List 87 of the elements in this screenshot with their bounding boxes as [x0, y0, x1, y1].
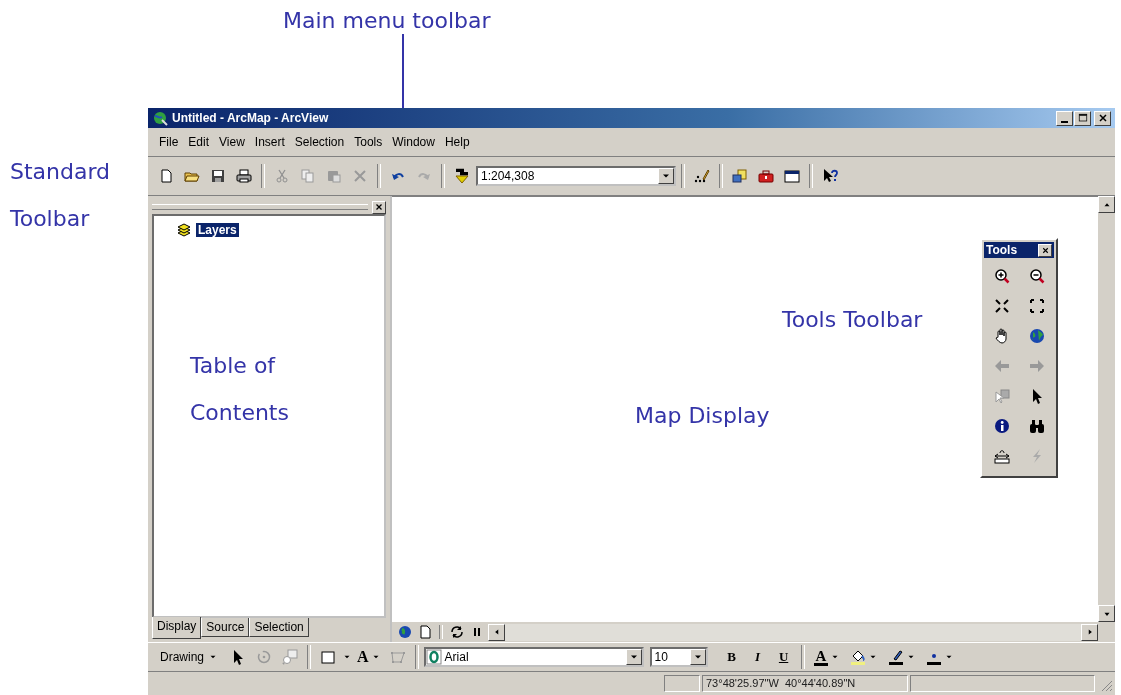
scroll-up-button[interactable]	[1098, 196, 1115, 213]
dropdown-button[interactable]	[625, 649, 642, 665]
help-pointer-icon	[822, 168, 838, 184]
text-style-button[interactable]: U	[771, 646, 796, 668]
new-document-icon	[158, 168, 174, 184]
annotation-label: Tools Toolbar	[782, 306, 923, 334]
rotate-icon	[256, 649, 272, 665]
measure-icon	[993, 448, 1010, 464]
edit-vertices-icon	[389, 649, 406, 665]
fill-bucket-icon	[850, 649, 867, 665]
globe-icon	[1028, 328, 1045, 344]
line-pencil-icon	[888, 649, 905, 665]
scissors-icon	[274, 168, 290, 184]
scroll-right-button[interactable]	[1081, 623, 1098, 641]
refresh-icon	[449, 624, 465, 640]
catalog-icon	[732, 168, 748, 184]
menu-item[interactable]: View	[214, 133, 250, 151]
printer-icon	[236, 168, 252, 184]
palette-title: Tools	[986, 243, 1018, 257]
maximize-icon	[1076, 112, 1089, 124]
close-button[interactable]	[372, 200, 386, 214]
font-icon	[425, 649, 442, 665]
tree-item[interactable]: Layers	[196, 223, 239, 237]
zoom-in-icon	[993, 268, 1010, 284]
font-size-field[interactable]: 10	[649, 647, 708, 667]
text-style-button[interactable]: I	[745, 646, 770, 668]
close-icon	[374, 202, 384, 212]
coordinates-text: 73°48'25.97"W 40°44'40.89"N	[702, 675, 908, 692]
layout-view-icon	[417, 624, 433, 640]
new-text-button[interactable]: A	[354, 646, 384, 668]
annotation-label: Main menu toolbar	[283, 8, 492, 34]
close-button[interactable]	[1038, 243, 1052, 257]
forward-arrow-icon	[1028, 358, 1045, 374]
status-panel	[664, 675, 700, 692]
annotation-label: Standard Toolbar	[10, 158, 112, 233]
data-view-icon	[397, 624, 413, 640]
scale-field[interactable]: 1:204,308	[476, 166, 676, 186]
dropdown-button[interactable]	[689, 649, 706, 665]
tab[interactable]: Source	[201, 618, 250, 637]
font-field[interactable]: Arial	[423, 647, 644, 667]
arrows-inward-icon	[993, 298, 1010, 314]
zoom-out-icon	[1028, 268, 1045, 284]
window-title: Untitled - ArcMap - ArcView	[172, 111, 330, 125]
scroll-left-button[interactable]	[488, 623, 505, 641]
maximize-button[interactable]	[1074, 110, 1091, 126]
horizontal-scrollbar[interactable]	[488, 623, 1098, 641]
pencil-icon	[694, 168, 710, 184]
window-icon	[784, 168, 800, 184]
font-color-button[interactable]: A	[809, 646, 845, 668]
menu-item[interactable]: Insert	[249, 133, 290, 151]
binoculars-icon	[1028, 418, 1045, 434]
close-icon	[1096, 112, 1109, 124]
vertical-scrollbar[interactable]	[1098, 196, 1115, 622]
toolbox-icon	[758, 168, 774, 184]
hand-icon	[993, 328, 1010, 344]
minimize-button[interactable]	[1056, 110, 1073, 126]
menu-item[interactable]: Tools	[349, 133, 388, 151]
tab[interactable]: Selection	[249, 618, 309, 637]
minimize-icon	[1061, 120, 1068, 123]
menu-item[interactable]: Selection	[289, 133, 350, 151]
delete-icon	[352, 168, 368, 184]
rectangle-icon	[320, 649, 336, 665]
drawing-menu[interactable]: Drawing	[154, 648, 224, 666]
annotation-label: Map Display	[635, 402, 770, 430]
select-elements-icon	[993, 388, 1010, 404]
dropdown-button[interactable]	[658, 168, 674, 184]
menu-item[interactable]: Help	[439, 133, 475, 151]
zoom-selected-icon	[282, 649, 298, 665]
tab[interactable]: Display	[152, 617, 202, 639]
menu-item[interactable]: Window	[387, 133, 440, 151]
close-button[interactable]	[1094, 110, 1111, 126]
menu-item[interactable]: Edit	[183, 133, 215, 151]
layers-icon	[176, 222, 192, 238]
data-view-button[interactable]	[396, 623, 414, 641]
refresh-button[interactable]	[448, 623, 466, 641]
back-arrow-icon	[993, 358, 1010, 374]
app-globe-icon	[152, 110, 168, 126]
arrows-outward-icon	[1028, 298, 1045, 314]
close-icon	[1040, 245, 1050, 255]
add-data-icon	[454, 168, 470, 184]
text-style-button[interactable]: B	[719, 646, 744, 668]
paste-icon	[326, 168, 342, 184]
annotation-label: Table of Contents	[190, 352, 290, 427]
scroll-down-button[interactable]	[1098, 605, 1115, 622]
info-icon	[993, 418, 1010, 434]
copy-icon	[300, 168, 316, 184]
menu-item[interactable]: File	[154, 133, 184, 151]
